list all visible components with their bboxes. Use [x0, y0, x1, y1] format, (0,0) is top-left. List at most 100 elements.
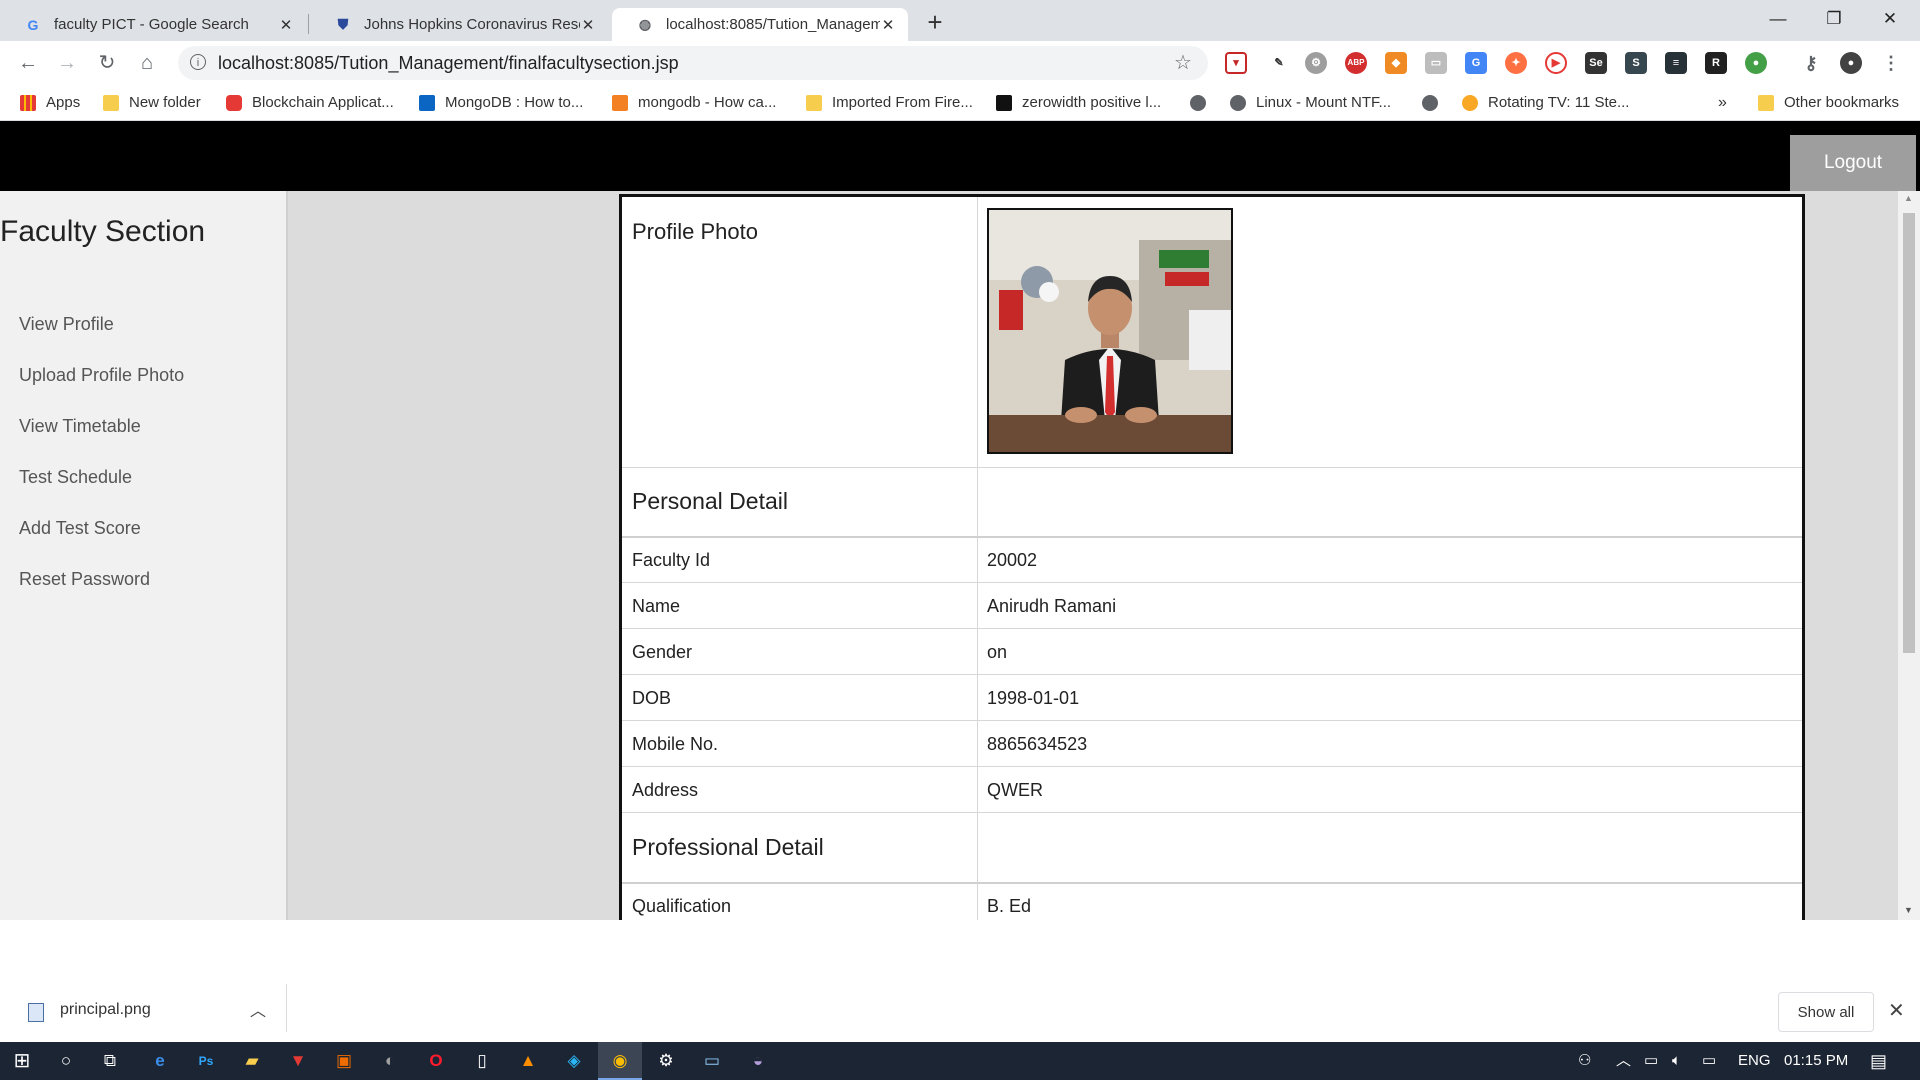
pocket-extension-icon[interactable]: ▾ [1225, 52, 1247, 74]
metamask-extension-icon[interactable]: ◆ [1385, 52, 1407, 74]
name-value: Anirudh Ramani [987, 596, 1117, 616]
tab-johns-hopkins[interactable]: ⛊ Johns Hopkins Coronavirus Reso ✕ [310, 8, 608, 41]
reload-icon[interactable]: ↻ [93, 49, 121, 77]
info-icon[interactable]: i [190, 54, 206, 70]
chevron-up-icon[interactable]: ︿ [1616, 1042, 1631, 1080]
bookmark-linux-mount[interactable]: Linux - Mount NTF... [1230, 85, 1391, 120]
windows-start-icon[interactable]: ⊞ [0, 1042, 44, 1080]
back-icon[interactable]: ← [14, 49, 42, 77]
media-extension-icon[interactable]: ▭ [1425, 52, 1447, 74]
bookmarks-overflow-button[interactable]: » [1718, 85, 1727, 120]
new-tab-button[interactable]: + [918, 6, 952, 40]
network-icon[interactable]: ▭ [1702, 1042, 1716, 1080]
bookmark-label: Imported From Fire... [832, 94, 973, 111]
language-indicator[interactable]: ENG [1738, 1042, 1771, 1080]
adblock-extension-icon[interactable]: ABP [1345, 52, 1367, 74]
windows-taskbar: ⊞ ○ ⧉ e Ps ▰ ▼ ▣ ◐ O ▯ ▲ ◈ ◉ ⚙ ▭ ◒ ⚇ ︿ ▭… [0, 1042, 1920, 1080]
battery-icon[interactable]: ▭ [1644, 1042, 1658, 1080]
minimize-icon[interactable]: — [1750, 0, 1806, 38]
forward-icon[interactable]: → [53, 49, 81, 77]
volume-icon[interactable]: 🔈︎ [1672, 1042, 1681, 1080]
opera-icon[interactable]: O [414, 1042, 458, 1080]
bookmark-mongodb-stackoverflow[interactable]: mongodb - How ca... [612, 85, 776, 120]
file-explorer-icon[interactable]: ▰ [230, 1042, 274, 1080]
sidebar-link-view-profile[interactable]: View Profile [19, 314, 114, 335]
app-icon[interactable]: ▣ [322, 1042, 366, 1080]
bookmark-globe[interactable] [1190, 85, 1206, 120]
selenium-extension-icon[interactable]: Se [1585, 52, 1607, 74]
sidebar-link-view-timetable[interactable]: View Timetable [19, 416, 141, 437]
app-icon[interactable]: ◐ [368, 1042, 412, 1080]
people-icon[interactable]: ⚇ [1578, 1042, 1591, 1080]
close-icon[interactable]: ✕ [1888, 998, 1905, 1023]
bookmark-mongodb-linkedin[interactable]: MongoDB : How to... [419, 85, 583, 120]
chevron-up-icon[interactable]: ︿ [250, 997, 266, 1021]
bookmark-imported-from-firefox[interactable]: Imported From Fire... [806, 85, 973, 120]
apps-grid-icon [20, 94, 36, 111]
bookmark-other-bookmarks[interactable]: Other bookmarks [1758, 85, 1899, 120]
bookmark-blockchain[interactable]: Blockchain Applicat... [226, 85, 394, 120]
app-icon[interactable]: ◒ [736, 1042, 780, 1080]
search-icon[interactable]: ○ [44, 1042, 88, 1080]
scroll-up-icon[interactable]: ▲ [1904, 193, 1913, 203]
bookmark-label: Blockchain Applicat... [252, 94, 394, 111]
avatar[interactable]: ● [1840, 52, 1862, 74]
bookmark-zerowidth[interactable]: zerowidth positive l... [996, 85, 1161, 120]
sidebar-link-test-schedule[interactable]: Test Schedule [19, 467, 132, 488]
app-icon[interactable]: ◈ [552, 1042, 596, 1080]
key-icon[interactable]: ⚷ [1800, 52, 1822, 74]
tab-google-search[interactable]: G faculty PICT - Google Search ✕ [0, 8, 306, 41]
notifications-icon[interactable]: ▤ [1870, 1042, 1887, 1080]
download-file-name[interactable]: principal.png [60, 1001, 151, 1019]
sidebar-link-reset-password[interactable]: Reset Password [19, 569, 150, 590]
sidebar-link-add-test-score[interactable]: Add Test Score [19, 518, 141, 539]
google-icon: G [27, 16, 39, 33]
show-all-button[interactable]: Show all [1778, 992, 1874, 1032]
s-extension-icon[interactable]: S [1625, 52, 1647, 74]
page-scrollbar[interactable]: ▲ ▼ [1898, 191, 1920, 920]
table-row [622, 767, 1802, 813]
task-view-icon[interactable]: ⧉ [88, 1042, 132, 1080]
window-close-icon[interactable]: ✕ [1862, 0, 1918, 38]
photoshop-icon[interactable]: Ps [184, 1042, 228, 1080]
translate-extension-icon[interactable]: G [1465, 52, 1487, 74]
terminal-icon[interactable]: ▭ [690, 1042, 734, 1080]
menu-icon[interactable]: ⋮ [1880, 52, 1902, 74]
divider [286, 984, 287, 1032]
bookmark-label: mongodb - How ca... [638, 94, 777, 111]
scroll-down-icon[interactable]: ▼ [1904, 905, 1913, 915]
bookmark-rotating-tv[interactable]: Rotating TV: 11 Ste... [1462, 85, 1629, 120]
sidebar-link-upload-profile-photo[interactable]: Upload Profile Photo [19, 365, 184, 386]
close-icon[interactable]: ✕ [880, 16, 896, 34]
settings-icon[interactable]: ⚙ [644, 1042, 688, 1080]
edge-icon[interactable]: e [138, 1042, 182, 1080]
close-icon[interactable]: ✕ [580, 16, 596, 34]
maximize-icon[interactable]: ❐ [1806, 0, 1862, 38]
scrollbar-thumb[interactable] [1903, 213, 1915, 653]
logout-button[interactable]: Logout [1790, 135, 1916, 191]
faculty-id-value: 20002 [987, 550, 1038, 570]
url-text[interactable]: localhost:8085/Tution_Management/finalfa… [218, 46, 679, 80]
r-extension-icon[interactable]: R [1705, 52, 1727, 74]
document-icon[interactable]: ▯ [460, 1042, 504, 1080]
world-extension-icon[interactable]: ● [1745, 52, 1767, 74]
download-item[interactable]: principal.png ︿ [0, 981, 288, 1037]
list-extension-icon[interactable]: ≡ [1665, 52, 1687, 74]
address-bar[interactable]: i localhost:8085/Tution_Management/final… [178, 46, 1208, 80]
extension-icon[interactable]: ✦ [1505, 52, 1527, 74]
bookmark-new-folder[interactable]: New folder [103, 85, 201, 120]
settings-extension-icon[interactable]: ⚙ [1305, 52, 1327, 74]
clock[interactable]: 01:15 PM [1784, 1042, 1848, 1080]
close-icon[interactable]: ✕ [278, 16, 294, 34]
vlc-icon[interactable]: ▲ [506, 1042, 550, 1080]
eyedropper-extension-icon[interactable]: ✎ [1268, 52, 1290, 74]
bookmark-apps[interactable]: Apps [20, 85, 80, 120]
app-icon[interactable]: ▼ [276, 1042, 320, 1080]
bookmark-star-icon[interactable]: ☆ [1174, 46, 1192, 80]
home-icon[interactable]: ⌂ [133, 49, 161, 77]
play-extension-icon[interactable]: ▶ [1545, 52, 1567, 74]
bookmark-globe[interactable] [1422, 85, 1438, 120]
tab-localhost[interactable]: ◍ localhost:8085/Tution_Managem ✕ [612, 8, 908, 41]
chrome-icon[interactable]: ◉ [598, 1042, 642, 1080]
bookmark-label: New folder [129, 94, 201, 111]
